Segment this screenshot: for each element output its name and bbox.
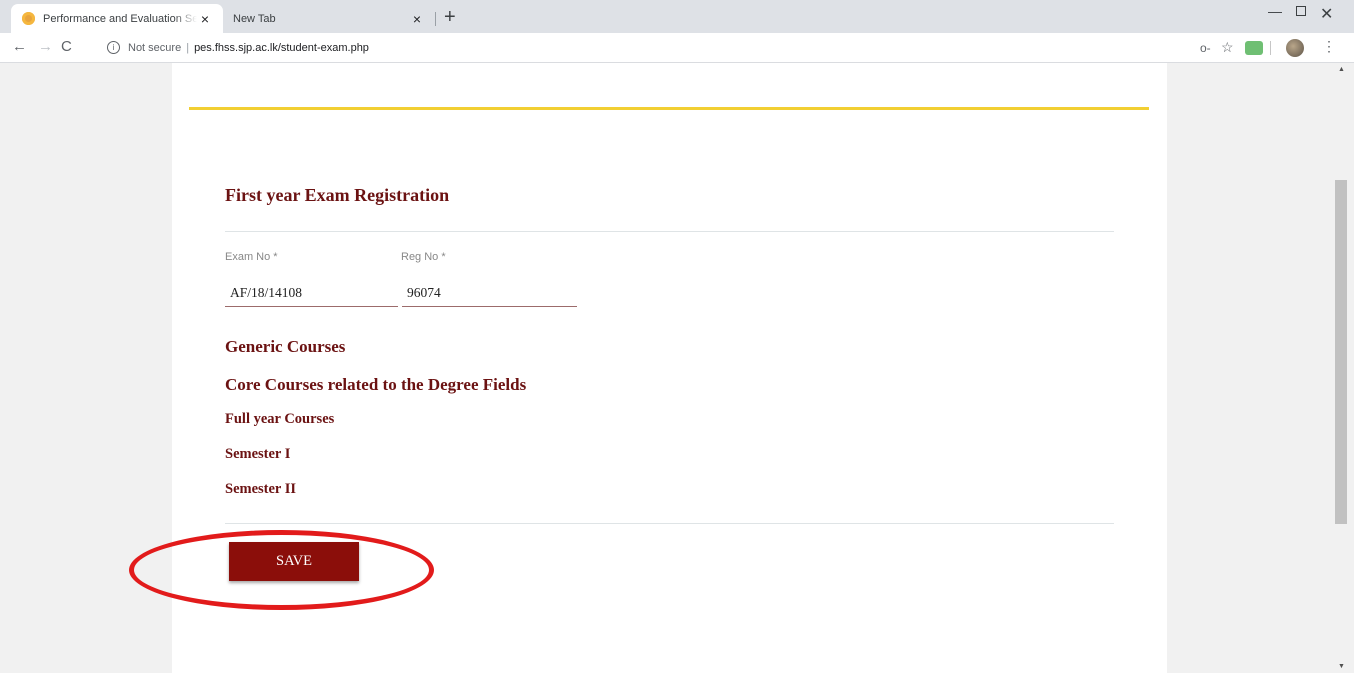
url-text: pes.fhss.sjp.ac.lk/student-exam.php	[194, 41, 369, 54]
tab-performance-evaluation[interactable]: Performance and Evaluation Serv ×	[11, 4, 223, 33]
close-tab-icon[interactable]: ×	[409, 11, 425, 27]
profile-avatar-icon[interactable]	[1286, 39, 1304, 57]
tab-title: Performance and Evaluation Serv	[43, 12, 197, 25]
site-favicon-icon	[22, 12, 35, 25]
exam-no-label: Exam No *	[225, 251, 278, 263]
browser-toolbar: ← → C i Not secure | pes.fhss.sjp.ac.lk/…	[0, 33, 1354, 63]
header-divider	[189, 107, 1149, 110]
reg-no-field[interactable]	[402, 280, 577, 307]
security-label: Not secure	[128, 41, 182, 54]
scroll-up-icon[interactable]: ▲	[1338, 66, 1345, 73]
restore-icon[interactable]	[1296, 6, 1306, 16]
close-tab-icon[interactable]: ×	[197, 11, 213, 27]
section-core-courses: Core Courses related to the Degree Field…	[225, 375, 527, 394]
bookmark-star-icon[interactable]: ☆	[1221, 39, 1234, 56]
address-separator: |	[186, 41, 190, 54]
divider	[225, 231, 1114, 232]
info-icon[interactable]: i	[107, 41, 120, 54]
toolbar-divider	[1270, 41, 1271, 55]
page-viewport: First year Exam Registration Exam No * R…	[0, 63, 1354, 673]
back-arrow-icon[interactable]: ←	[12, 38, 27, 55]
page-title: First year Exam Registration	[225, 185, 450, 205]
save-button[interactable]: SAVE	[229, 542, 359, 581]
tab-new-tab[interactable]: New Tab ×	[223, 4, 435, 33]
forward-arrow-icon[interactable]: →	[38, 38, 53, 55]
reload-icon[interactable]: C	[61, 38, 72, 55]
new-tab-button[interactable]: +	[444, 6, 456, 29]
reg-no-label: Reg No *	[401, 251, 446, 263]
scroll-down-icon[interactable]: ▼	[1338, 663, 1345, 670]
minimize-icon[interactable]: —	[1268, 3, 1282, 19]
section-full-year-courses: Full year Courses	[225, 411, 335, 427]
section-generic-courses: Generic Courses	[225, 337, 346, 356]
scrollbar-thumb[interactable]	[1335, 180, 1347, 524]
address-bar[interactable]: i Not secure | pes.fhss.sjp.ac.lk/studen…	[97, 36, 1177, 59]
exam-no-field[interactable]	[225, 280, 398, 307]
menu-icon[interactable]: ⋮	[1322, 38, 1336, 55]
section-semester-1: Semester I	[225, 446, 291, 462]
divider	[225, 523, 1114, 524]
tab-strip: Performance and Evaluation Serv × New Ta…	[0, 0, 1354, 33]
tab-divider	[435, 12, 436, 26]
extension-icon[interactable]	[1245, 41, 1263, 55]
key-icon[interactable]: o-	[1200, 41, 1211, 55]
close-window-icon[interactable]: ✕	[1320, 4, 1333, 24]
section-semester-2: Semester II	[225, 481, 297, 497]
tab-title: New Tab	[233, 12, 276, 25]
form-card: First year Exam Registration Exam No * R…	[172, 63, 1167, 673]
